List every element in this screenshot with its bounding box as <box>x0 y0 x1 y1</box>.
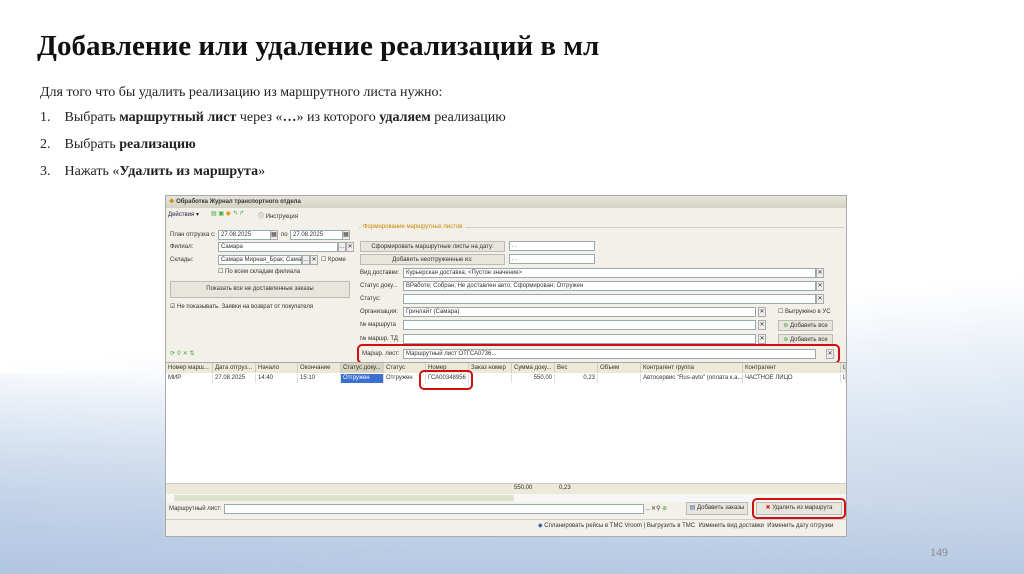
all-warehouses-checkbox[interactable]: ☐ По всем складам филиала <box>218 268 300 275</box>
clear-icon[interactable]: ✕ <box>346 242 354 252</box>
select-button[interactable]: … <box>338 242 346 252</box>
grid-toolbar[interactable]: ⟳ ⚲ ✕ ⇅ <box>170 350 194 357</box>
change-delivery-link[interactable]: Изменить вид доставки <box>698 523 763 529</box>
change-date-link[interactable]: Изменить дату отгрузки <box>767 523 833 529</box>
grid-cell[interactable]: 15:10 <box>298 374 341 383</box>
column-header[interactable]: Вес <box>555 363 598 373</box>
calendar-icon[interactable]: ▦ <box>270 230 278 240</box>
docstatus-label: Статус доку... <box>360 283 398 289</box>
add-date-input[interactable]: . . <box>509 254 595 264</box>
help-button[interactable]: ⓘ Инструкция <box>258 211 298 220</box>
docstatus-input[interactable]: ВРаботе; Собран; Не доставлен авто; Сфор… <box>403 281 816 291</box>
column-header[interactable]: Начало <box>256 363 298 373</box>
grid-cell[interactable]: 0,23 <box>555 374 598 383</box>
horizontal-scrollbar[interactable] <box>166 494 846 502</box>
grid-cell[interactable]: ЧАСТНОЕ ЛИЦО <box>743 374 841 383</box>
grid-cell[interactable] <box>598 374 641 383</box>
delivery-input[interactable]: Курьерская доставка; <Пустое значение> <box>403 268 816 278</box>
highlight-route-sheet <box>357 344 840 364</box>
toolbar-icons[interactable]: ▤ ▣ ◉ ↰ ↱ <box>211 210 244 217</box>
no-return-checkbox[interactable]: ☑ Не показывать. Заявки на возврат от по… <box>170 303 313 310</box>
step-3: 3. Нажать «Удалить из маршрута» <box>40 164 266 179</box>
total-weight: 0,23 <box>559 485 571 491</box>
slide-title: Добавление или удаление реализаций в мл <box>37 30 600 62</box>
grid-cell[interactable]: 550,00 <box>512 374 555 383</box>
plan-label: План отгрузка с: <box>170 232 216 238</box>
route-group-title: Формирование маршрутных листов <box>361 224 465 230</box>
org-input[interactable]: Гринлайт (Самара) <box>403 307 756 317</box>
form-date-input[interactable]: . . <box>509 241 595 251</box>
clear-icon[interactable]: ✕ <box>816 268 824 278</box>
status-label: Статус: <box>360 296 381 302</box>
column-header[interactable]: Номер марш... <box>166 363 213 373</box>
calendar-icon[interactable]: ▦ <box>342 230 350 240</box>
column-header[interactable]: Дата отгруз... <box>213 363 256 373</box>
export-link[interactable]: Выгрузить в ТМС <box>647 523 695 529</box>
column-header[interactable]: Сумма доку... <box>512 363 555 373</box>
grid-cell[interactable]: Автосервис "Rus-avto" (оплата к.а... <box>641 374 743 383</box>
column-header[interactable]: Объем <box>598 363 641 373</box>
show-undelivered-button[interactable]: Показать все не доставленные заказы <box>170 281 350 298</box>
date-to-input[interactable]: 27.08.2025 <box>290 230 350 240</box>
grid-cell[interactable]: МИР <box>166 374 213 383</box>
to-label: по <box>281 232 288 238</box>
add-all-button[interactable]: ⊕ Добавить все <box>778 320 833 331</box>
org-label: Организация: <box>360 309 398 315</box>
route-td-label: № маршр. ТД <box>360 336 398 342</box>
grid-cell[interactable]: Отгружен <box>341 374 384 383</box>
actions-menu[interactable]: Действия ▾ <box>168 211 199 218</box>
clear-icon[interactable]: ✕ <box>758 307 766 317</box>
column-header[interactable]: Ш <box>841 363 846 373</box>
clear-icon[interactable]: ✕ <box>758 320 766 330</box>
column-header[interactable]: Контрагент группа <box>641 363 743 373</box>
column-header[interactable]: Статус доку... <box>341 363 384 373</box>
app-window: ❖ Обработка Журнал транспортного отдела … <box>165 195 847 537</box>
grid-cell[interactable]: 27.08.2025 <box>213 374 256 383</box>
grid-cell[interactable]: Ш <box>841 374 846 383</box>
field-buttons[interactable]: …✕⚲ ⊕ <box>645 505 667 512</box>
clear-icon[interactable]: ✕ <box>816 281 824 291</box>
add-orders-button[interactable]: ▤ Добавить заказы <box>686 502 748 515</box>
column-header[interactable]: Заказ номер <box>469 363 512 373</box>
route-td-input[interactable] <box>403 334 756 344</box>
status-input[interactable] <box>403 294 816 304</box>
date-from-input[interactable]: 27.08.2025 <box>218 230 278 240</box>
grid-cell[interactable]: 14:40 <box>256 374 298 383</box>
highlight-remove-button <box>752 498 846 519</box>
bottom-sheet-label: Маршрутный лист: <box>169 506 222 512</box>
uploaded-checkbox[interactable]: ☐ Выгружено в УС <box>778 308 831 315</box>
add-unshipped-button[interactable]: Добавить неотгруженные из: <box>360 254 505 265</box>
route-input[interactable] <box>403 320 756 330</box>
delivery-label: Вид доставки: <box>360 270 400 276</box>
total-sum: 550,00 <box>514 485 533 491</box>
form-route-sheets-button[interactable]: Сформировать маршрутные листы на дату: <box>360 241 505 252</box>
window-title: ❖ Обработка Журнал транспортного отдела <box>169 199 301 205</box>
clear-icon[interactable]: ✕ <box>758 334 766 344</box>
branch-input[interactable]: Самара <box>218 242 338 252</box>
page-number: 149 <box>930 545 948 559</box>
column-header[interactable]: Контрагент <box>743 363 841 373</box>
bottom-sheet-input[interactable] <box>224 504 644 514</box>
highlight-order-number <box>419 370 473 390</box>
grid-cell[interactable] <box>469 374 512 383</box>
route-label: № маршрута <box>360 322 397 328</box>
select-button[interactable]: … <box>302 255 310 265</box>
clear-icon[interactable]: ✕ <box>310 255 318 265</box>
branch-label: Филиал: <box>170 244 194 250</box>
step-2: 2. Выбрать реализацию <box>40 137 196 152</box>
status-links: ◆ Спланировать рейсы в ТМС Vroom | Выгру… <box>538 523 834 529</box>
plan-link[interactable]: Спланировать рейсы в ТМС Vroom <box>544 523 642 529</box>
step-1: 1. Выбрать маршрутный лист через «…» из к… <box>40 110 506 125</box>
warehouses-input[interactable]: Самара Мирная_Брак; Самар <box>218 255 302 265</box>
column-header[interactable]: Окончание <box>298 363 341 373</box>
totals-row <box>166 483 846 494</box>
intro-text: Для того что бы удалить реализацию из ма… <box>40 85 443 100</box>
except-checkbox[interactable]: ☐ Кроме <box>321 256 346 263</box>
clear-icon[interactable]: ✕ <box>816 294 824 304</box>
warehouses-label: Склады: <box>170 257 194 263</box>
